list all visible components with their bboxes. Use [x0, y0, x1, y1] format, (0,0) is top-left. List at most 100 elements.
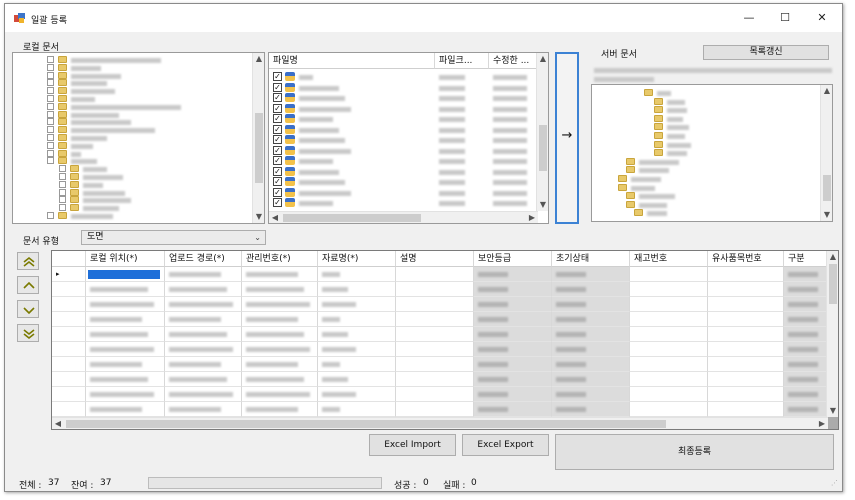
- file-row[interactable]: ✓: [269, 72, 537, 82]
- col-filename[interactable]: 파일명: [269, 53, 435, 69]
- expand-toggle[interactable]: [47, 141, 54, 149]
- grid-cell[interactable]: [552, 282, 630, 297]
- server-tree-node[interactable]: [592, 157, 820, 166]
- grid-column-header[interactable]: 자료명(*): [318, 251, 396, 267]
- file-row[interactable]: ✓: [269, 198, 537, 208]
- grid-cell[interactable]: [86, 312, 165, 327]
- file-row[interactable]: ✓: [269, 156, 537, 166]
- grid-cell[interactable]: [86, 327, 165, 342]
- grid-column-header[interactable]: 구분: [784, 251, 828, 267]
- file-checkbox[interactable]: ✓: [273, 166, 282, 176]
- file-checkbox[interactable]: ✓: [273, 82, 282, 92]
- expand-toggle[interactable]: [47, 110, 54, 118]
- tree-node[interactable]: [13, 110, 253, 119]
- file-checkbox[interactable]: ✓: [273, 135, 282, 144]
- scroll-down-icon[interactable]: ▼: [537, 199, 548, 211]
- tree-node[interactable]: [13, 63, 253, 72]
- grid-cell[interactable]: [630, 327, 708, 342]
- grid-cell[interactable]: [552, 297, 630, 312]
- grid-cell[interactable]: [474, 387, 552, 402]
- server-tree-node[interactable]: [592, 89, 820, 97]
- expand-toggle[interactable]: [59, 188, 66, 196]
- grid-cell[interactable]: [396, 372, 474, 387]
- grid-column-header[interactable]: 재고번호: [630, 251, 708, 267]
- grid-row-header[interactable]: [52, 327, 86, 342]
- scroll-up-icon[interactable]: ▲: [253, 53, 264, 65]
- file-checkbox[interactable]: ✓: [273, 145, 282, 155]
- grid-cell[interactable]: [396, 342, 474, 357]
- server-tree-node[interactable]: [592, 166, 820, 174]
- grid-cell[interactable]: [165, 357, 242, 372]
- scroll-up-icon[interactable]: ▲: [827, 251, 838, 263]
- grid-row-header[interactable]: [52, 372, 86, 387]
- grid-cell[interactable]: [474, 402, 552, 417]
- grid-cell[interactable]: [708, 387, 784, 402]
- grid-cell[interactable]: [242, 327, 318, 342]
- grid-cell[interactable]: [552, 327, 630, 342]
- file-list-vscroll[interactable]: ▲ ▼: [536, 53, 548, 211]
- file-row[interactable]: ✓: [269, 145, 537, 156]
- expand-toggle[interactable]: [47, 102, 54, 110]
- tree-node[interactable]: [13, 118, 253, 126]
- grid-cell[interactable]: [318, 282, 396, 297]
- tree-node[interactable]: [13, 173, 253, 181]
- grid-cell[interactable]: [474, 357, 552, 372]
- grid-cell[interactable]: [784, 372, 828, 387]
- scroll-up-icon[interactable]: ▲: [821, 85, 832, 97]
- file-row[interactable]: ✓: [269, 124, 537, 135]
- file-checkbox[interactable]: ✓: [273, 103, 282, 113]
- grid-cell[interactable]: [396, 282, 474, 297]
- expand-toggle[interactable]: [47, 71, 54, 79]
- server-tree-node[interactable]: [592, 132, 820, 140]
- tree-node[interactable]: [13, 141, 253, 150]
- grid-row-header[interactable]: [52, 312, 86, 327]
- grid-hscroll[interactable]: ◀ ▶: [52, 417, 828, 429]
- server-tree-node[interactable]: [592, 149, 820, 157]
- grid-cell[interactable]: [552, 342, 630, 357]
- tree-node[interactable]: [13, 149, 253, 158]
- grid-cell[interactable]: [318, 297, 396, 312]
- grid-cell[interactable]: [474, 282, 552, 297]
- server-tree-node[interactable]: [592, 97, 820, 106]
- expand-toggle[interactable]: [47, 118, 54, 126]
- excel-export-button[interactable]: Excel Export: [462, 434, 549, 456]
- grid-cell[interactable]: [318, 267, 396, 282]
- grid-column-header[interactable]: 업로드 경로(*): [165, 251, 242, 267]
- grid-row-header[interactable]: [52, 357, 86, 372]
- grid-cell[interactable]: [784, 282, 828, 297]
- server-tree-node[interactable]: [592, 123, 820, 131]
- grid-cell[interactable]: [86, 267, 165, 282]
- resize-grip-icon[interactable]: ⋰: [831, 479, 838, 487]
- grid-cell[interactable]: [86, 342, 165, 357]
- grid-cell[interactable]: [86, 357, 165, 372]
- refresh-list-button[interactable]: 목록갱신: [703, 45, 829, 60]
- scroll-thumb[interactable]: [66, 420, 666, 428]
- server-tree-node[interactable]: [592, 200, 820, 209]
- grid-cell[interactable]: [630, 387, 708, 402]
- tree-node[interactable]: [13, 56, 253, 64]
- minimize-button[interactable]: —: [729, 4, 769, 32]
- scroll-thumb[interactable]: [829, 264, 837, 304]
- tree-node[interactable]: [13, 188, 253, 197]
- grid-vscroll[interactable]: ▲ ▼: [826, 251, 838, 417]
- grid-row-header[interactable]: [52, 387, 86, 402]
- tree-node[interactable]: [13, 180, 253, 189]
- file-list[interactable]: 파일명 파일크... 수정한 ... ✓ ✓ ✓ ✓ ✓ ✓ ✓ ✓ ✓ ✓ ✓ ✓ ✓ ▲ ▼ ◀ ▶: [268, 52, 549, 224]
- scroll-left-icon[interactable]: ◀: [269, 212, 281, 223]
- file-row[interactable]: ✓: [269, 166, 537, 177]
- expand-toggle[interactable]: [47, 79, 54, 87]
- col-modified[interactable]: 수정한 ...: [489, 53, 538, 69]
- maximize-button[interactable]: ☐: [765, 4, 805, 32]
- scroll-down-icon[interactable]: ▼: [821, 209, 832, 221]
- grid-cell[interactable]: [86, 282, 165, 297]
- grid-cell[interactable]: [552, 312, 630, 327]
- tree-node[interactable]: [13, 204, 253, 212]
- grid-cell[interactable]: [318, 327, 396, 342]
- grid-cell[interactable]: [630, 282, 708, 297]
- grid-cell[interactable]: [396, 312, 474, 327]
- grid-cell[interactable]: [318, 342, 396, 357]
- file-checkbox[interactable]: ✓: [273, 124, 282, 134]
- file-row[interactable]: ✓: [269, 135, 537, 145]
- expand-toggle[interactable]: [59, 180, 66, 188]
- server-tree-node[interactable]: [592, 209, 820, 217]
